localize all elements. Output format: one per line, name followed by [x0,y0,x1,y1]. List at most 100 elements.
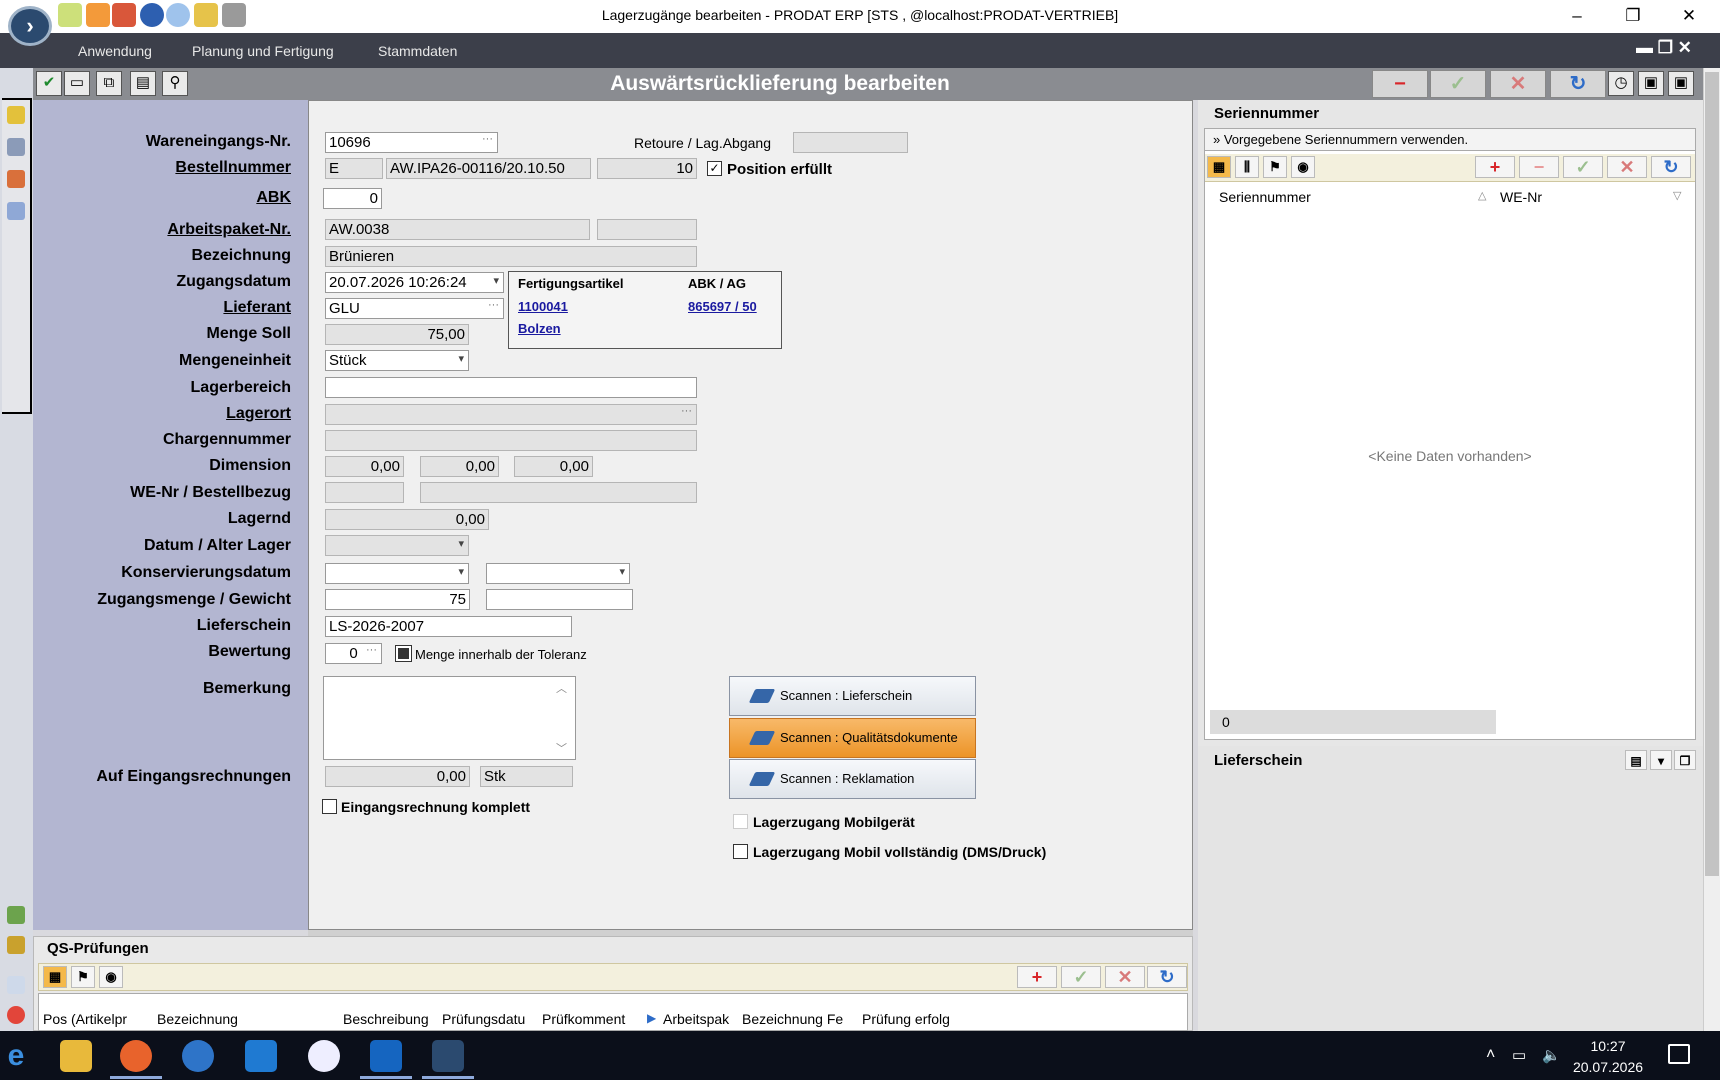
menge-toleranz-checkbox[interactable] [395,645,412,662]
qs-add-button[interactable]: + [1017,966,1057,988]
cancel-button[interactable]: ✕ [1490,70,1546,98]
abk-field[interactable]: 0 [323,188,382,209]
refresh-button[interactable]: ↻ [1550,70,1606,98]
minimize-button[interactable]: – [1560,4,1594,28]
position-erfuellt-checkbox[interactable]: ✓ [707,161,722,176]
gears-icon[interactable] [222,3,246,27]
mdi-window-controls[interactable]: ▬ ❐ ✕ [1636,38,1692,58]
explorer-icon[interactable] [60,1040,92,1072]
scrollbar-thumb[interactable] [1705,72,1719,876]
chargennummer-field[interactable] [325,430,697,451]
accept-button[interactable]: ✓ [1430,70,1486,98]
retoure-field[interactable] [793,132,908,153]
serien-info-bar[interactable]: » Vorgegebene Seriennummern verwenden. [1205,129,1695,151]
grid-icon[interactable]: ▦ [1207,156,1231,178]
note-icon[interactable] [7,106,25,124]
chart-icon[interactable] [7,906,25,924]
lagerzugang-mobil-voll-checkbox[interactable] [733,844,748,859]
edge-icon[interactable]: e [0,1040,32,1072]
label-lieferant[interactable]: Lieferant [40,299,291,317]
app-icon[interactable] [182,1040,214,1072]
serien-add-button[interactable]: + [1475,156,1515,178]
scan-lieferschein-button[interactable]: Scannen : Lieferschein [729,676,976,716]
box-icon[interactable] [112,3,136,27]
package-icon[interactable]: ▣ [1638,71,1664,96]
lagerort-field[interactable] [325,404,697,425]
scan-reklamation-button[interactable]: Scannen : Reklamation [729,759,976,799]
konservierungsdatum-picker[interactable] [325,563,469,584]
vscode-icon[interactable] [245,1040,277,1072]
bezeichnung-field[interactable]: Brünieren [325,246,697,267]
pencil-icon[interactable] [7,170,25,188]
serien-col-we-nr[interactable]: WE-Nr [1500,189,1542,205]
qs-cancel-button[interactable]: ✕ [1105,966,1145,988]
serien-refresh-button[interactable]: ↻ [1651,156,1691,178]
konservierung-extra-select[interactable] [486,563,630,584]
lieferschein-field[interactable]: LS-2026-2007 [325,616,572,637]
wareneingang-field[interactable]: 10696 [325,132,498,153]
lagernd-field[interactable]: 0,00 [325,509,489,530]
bestell-position-field[interactable]: 10 [597,158,697,179]
printer-icon[interactable] [7,138,25,156]
scroll-up-icon[interactable]: ︿ [556,680,567,696]
bemerkung-textarea[interactable] [323,676,576,760]
firefox-icon[interactable] [120,1040,152,1072]
mengeneinheit-select[interactable]: Stück [325,350,469,371]
dropdown-icon[interactable]: ▾ [1650,750,1672,770]
teamviewer-icon[interactable] [308,1040,340,1072]
columns-icon[interactable]: ⫼ [1235,156,1259,178]
window-restore-icon[interactable]: ❐ [1674,750,1696,770]
document-icon[interactable] [7,202,25,220]
volume-icon[interactable]: 🔈 [1542,1046,1561,1064]
bestell-typ-field[interactable]: E [325,158,383,179]
qs-accept-button[interactable]: ✓ [1061,966,1101,988]
filter-icon[interactable]: ⚑ [71,966,95,988]
qs-col-pruefkommentar[interactable]: Prüfkomment [542,1011,638,1027]
eingangsrechnungen-field[interactable]: 0,00 [325,766,470,787]
bewertung-field[interactable]: 0 [325,643,382,664]
clock-icon[interactable] [166,3,190,27]
qs-col-beschreibung[interactable]: Beschreibung [343,1011,439,1027]
network-icon[interactable]: ▭ [1512,1046,1526,1064]
folder-icon[interactable] [194,3,218,27]
window-icon[interactable]: ▭ [64,71,90,96]
menu-planung[interactable]: Planung und Fertigung [192,43,334,59]
bestellnummer-field[interactable]: AW.IPA26-00116/20.10.50 [386,158,591,179]
dimension-3-field[interactable]: 0,00 [514,456,593,477]
grid-icon[interactable]: ▦ [43,966,67,988]
lieferant-field[interactable]: GLU [325,298,504,319]
scroll-down-icon[interactable]: ﹀ [556,740,567,756]
qs-refresh-button[interactable]: ↻ [1147,966,1187,988]
serien-cancel-button[interactable]: ✕ [1607,156,1647,178]
qs-col-bezeichnung[interactable]: Bezeichnung [157,1011,335,1027]
notification-icon[interactable] [1668,1044,1690,1064]
package-add-icon[interactable]: ▣ [1668,71,1694,96]
we-nr-field[interactable] [325,482,404,503]
menge-soll-field[interactable]: 75,00 [325,324,469,345]
scanner-small-icon[interactable]: ▤ [1625,750,1647,770]
confirm-icon[interactable]: ✔ [36,71,62,96]
zugangsdatum-picker[interactable]: 20.07.2026 10:26:24 [325,272,504,293]
label-lagerort[interactable]: Lagerort [40,405,291,423]
scan-qualitaetsdokumente-button[interactable]: Scannen : Qualitätsdokumente [729,718,976,758]
history-icon[interactable]: ◷ [1608,71,1634,96]
prodat-taskbar-icon[interactable] [432,1040,464,1072]
zugangsmenge-field[interactable]: 75 [325,589,470,610]
bestellbezug-field[interactable] [420,482,697,503]
list-icon[interactable] [7,976,25,994]
qs-col-pruefungsdatum[interactable]: Prüfungsdatu [442,1011,538,1027]
artikel-name-link[interactable]: Bolzen [518,321,561,336]
serien-accept-button[interactable]: ✓ [1563,156,1603,178]
view-icon[interactable]: ◉ [99,966,123,988]
label-abk[interactable]: ABK [40,189,291,207]
pen-icon[interactable] [58,3,82,27]
chart-edit-icon[interactable] [7,936,25,954]
qs-col-pos[interactable]: Pos (Artikelpr [43,1011,153,1027]
chevron-up-icon[interactable]: ˄ [1486,1046,1495,1064]
abk-ag-link[interactable]: 865697 / 50 [688,299,757,314]
arbeitspaket-extra-field[interactable] [597,219,697,240]
dimension-2-field[interactable]: 0,00 [420,456,499,477]
fertigungsartikel-link[interactable]: 1100041 [518,299,568,314]
datum-alter-lager-select[interactable] [325,535,469,556]
tools-icon[interactable] [86,3,110,27]
